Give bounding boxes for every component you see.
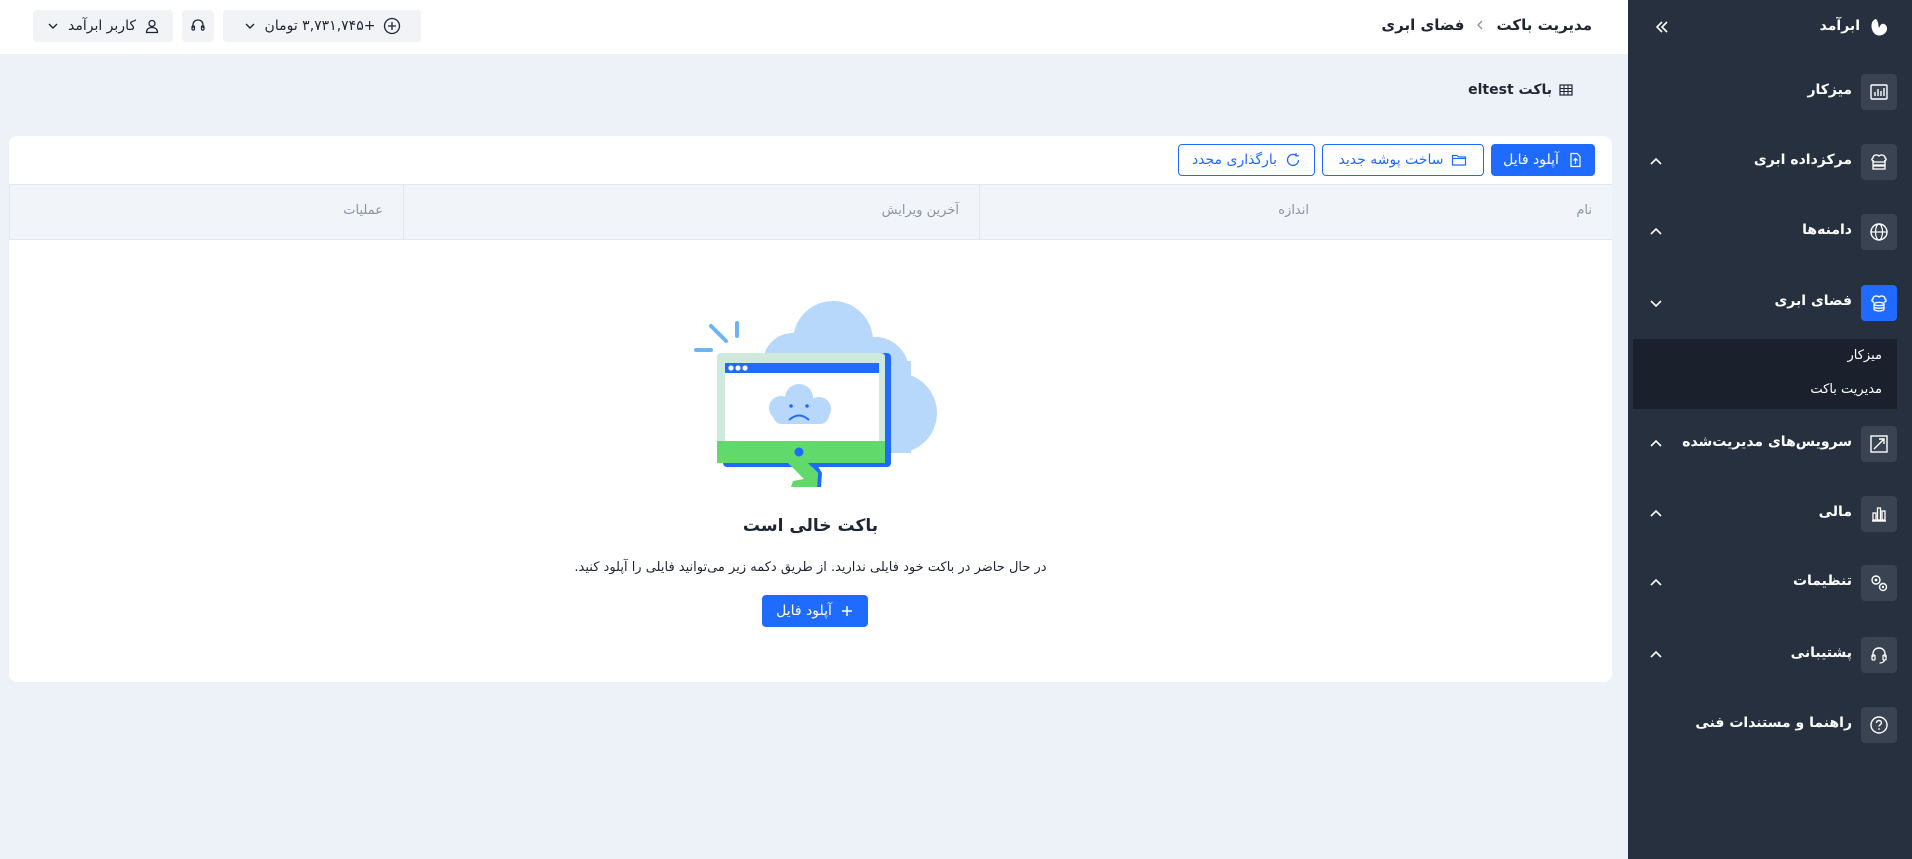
sidebar-item-label: تنظیمات [1792, 573, 1852, 589]
sidebar-item-label: مالی [1818, 504, 1852, 520]
sidebar-item-cloud-storage[interactable]: فضای ابری [1628, 281, 1912, 325]
sidebar-item-help[interactable]: راهنما و مستندات فنی [1628, 703, 1912, 747]
headset-icon [191, 19, 205, 31]
empty-state-title: باکت خالی است [742, 516, 879, 536]
brand-name: ابرآمد [1819, 18, 1860, 34]
chevron-left-icon [1477, 20, 1483, 30]
sidebar-item-label: مرکزداده ابری [1753, 152, 1852, 168]
sidebar-item-label: دامنه‌ها [1802, 222, 1852, 238]
chevron-up-icon[interactable] [1648, 154, 1664, 170]
sidebar-item-settings[interactable]: تنظیمات [1628, 561, 1912, 605]
user-icon [145, 19, 159, 34]
column-header-actions: عملیات [9, 185, 403, 239]
managed-services-icon [1861, 426, 1897, 462]
breadcrumb-bucket-management: مدیریت باکت [1496, 16, 1592, 34]
column-header-size[interactable]: اندازه [979, 185, 1329, 239]
column-header-name[interactable]: نام [1329, 185, 1612, 239]
sidebar-item-label: پشتیبانی [1790, 645, 1852, 661]
folder-icon [1452, 154, 1467, 166]
sidebar-submenu: میزکار مدیریت باکت [1633, 339, 1897, 409]
bucket-card: آپلود فایل ساخت پوشه جدید بارگذاری مجدد … [9, 136, 1612, 682]
globe-icon [1861, 214, 1897, 250]
cloud-storage-icon [1861, 285, 1897, 321]
dashboard-icon [1861, 74, 1897, 110]
sidebar-item-datacenter[interactable]: مرکزداده ابری [1628, 140, 1912, 184]
chevron-down-icon [245, 23, 255, 29]
breadcrumb: فضای ابری مدیریت باکت [1381, 14, 1592, 36]
chevron-up-icon[interactable] [1648, 575, 1664, 591]
sidebar-item-dashboard[interactable]: میزکار [1628, 70, 1912, 114]
reload-icon [1286, 153, 1300, 166]
sidebar: ابرآمد میزکار مرکزداده ابری دامنه‌ها فضا… [1628, 0, 1912, 859]
empty-upload-file-button[interactable]: آپلود فایل [762, 595, 868, 627]
bucket-title-text: باکت eltest [1468, 82, 1552, 98]
logo-icon [1871, 19, 1888, 36]
datacenter-icon [1861, 144, 1897, 180]
upload-file-icon [1570, 152, 1581, 168]
plus-icon [841, 606, 852, 616]
balance-amount: +۳,۷۳۱,۷۴۵ تومان [264, 18, 376, 34]
headset-icon [1861, 637, 1897, 673]
chevron-up-icon[interactable] [1648, 506, 1664, 522]
chevron-down-icon [48, 23, 58, 29]
sidebar-item-label: فضای ابری [1774, 293, 1852, 309]
sidebar-item-domains[interactable]: دامنه‌ها [1628, 210, 1912, 254]
settings-icon [1861, 565, 1897, 601]
add-credit-icon[interactable] [383, 17, 401, 35]
finance-icon [1861, 496, 1897, 532]
balance-dropdown[interactable]: +۳,۷۳۱,۷۴۵ تومان [223, 10, 421, 42]
top-header: فضای ابری مدیریت باکت +۳,۷۳۱,۷۴۵ تومان ک… [0, 0, 1628, 54]
sidebar-item-finance[interactable]: مالی [1628, 492, 1912, 536]
table-header: نام اندازه آخرین ویرایش عملیات [9, 184, 1612, 240]
reload-button[interactable]: بارگذاری مجدد [1178, 144, 1315, 176]
sidebar-item-managed-services[interactable]: سرویس‌های مدیریت‌شده [1628, 422, 1912, 466]
chevron-up-icon[interactable] [1648, 224, 1664, 240]
chevron-up-icon[interactable] [1648, 436, 1664, 452]
upload-file-button[interactable]: آپلود فایل [1491, 144, 1595, 176]
sidebar-item-label: سرویس‌های مدیریت‌شده [1682, 434, 1852, 450]
sidebar-item-label: راهنما و مستندات فنی [1695, 715, 1852, 731]
sidebar-subitem-bucket-management[interactable]: مدیریت باکت [1810, 382, 1882, 397]
support-button[interactable] [182, 10, 214, 42]
empty-state-description: در حال حاضر در باکت خود فایلی ندارید. از… [574, 560, 1047, 575]
collapse-sidebar-icon[interactable] [1654, 19, 1670, 35]
bucket-title: باکت eltest [1468, 82, 1574, 98]
sidebar-subitem-dashboard[interactable]: میزکار [1848, 348, 1883, 363]
user-menu[interactable]: کاربر ابرآمد [33, 10, 173, 42]
breadcrumb-cloud-storage[interactable]: فضای ابری [1381, 16, 1464, 34]
sidebar-brand: ابرآمد [1628, 0, 1912, 52]
new-folder-button[interactable]: ساخت پوشه جدید [1322, 144, 1484, 176]
sidebar-item-support[interactable]: پشتیبانی [1628, 633, 1912, 677]
help-icon [1861, 707, 1897, 743]
chevron-down-icon[interactable] [1648, 295, 1664, 311]
chevron-up-icon[interactable] [1648, 647, 1664, 663]
reload-label: بارگذاری مجدد [1191, 152, 1278, 168]
bucket-icon [1559, 84, 1573, 96]
column-header-last-modified[interactable]: آخرین ویرایش [403, 185, 979, 239]
empty-bucket-illustration [694, 301, 937, 487]
new-folder-label: ساخت پوشه جدید [1338, 152, 1444, 168]
upload-file-label: آپلود فایل [1503, 152, 1559, 168]
sidebar-item-label: میزکار [1807, 82, 1852, 98]
user-name: کاربر ابرآمد [67, 18, 136, 34]
empty-upload-file-label: آپلود فایل [776, 603, 832, 619]
